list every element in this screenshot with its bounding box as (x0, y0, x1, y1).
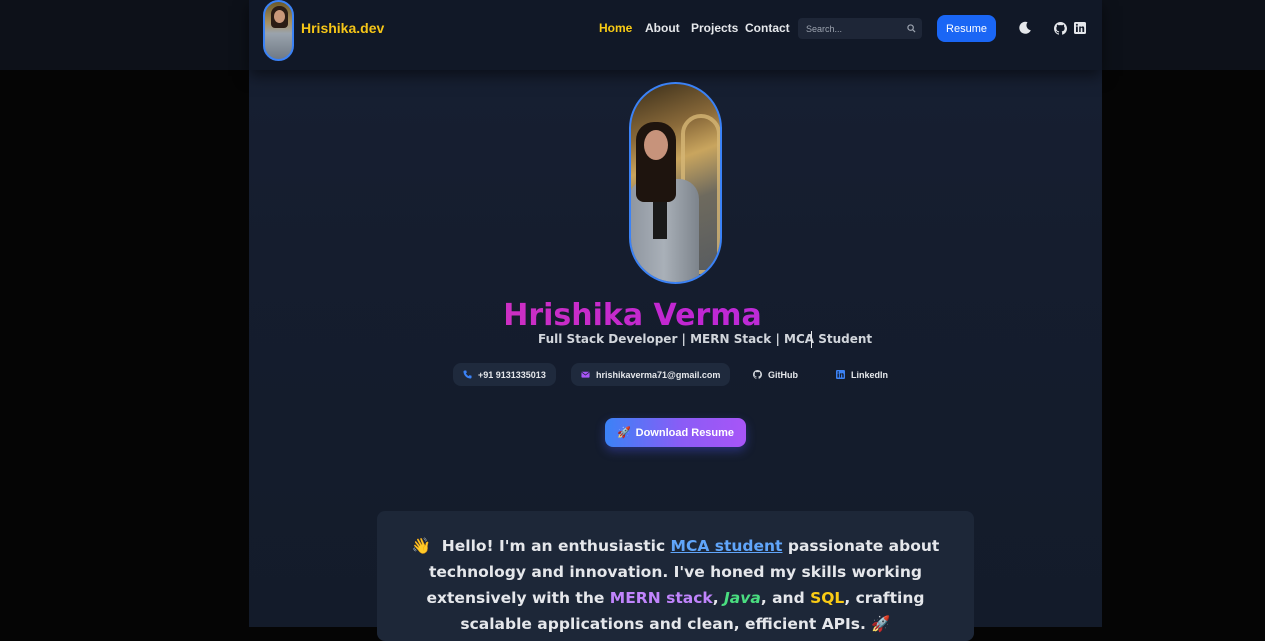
phone-chip[interactable]: +91 9131335013 (453, 363, 556, 386)
rocket-icon: 🚀 (871, 615, 891, 633)
moon-icon[interactable] (1018, 21, 1032, 35)
github-chip[interactable]: GitHub (743, 363, 808, 386)
phone-icon (463, 370, 472, 379)
navbar: Hrishika.dev Home About Projects Contact… (249, 0, 1102, 70)
java-highlight: Java (724, 589, 761, 607)
linkedin-icon[interactable] (1074, 22, 1086, 34)
github-label: GitHub (768, 369, 798, 380)
site-logo[interactable]: Hrishika.dev (301, 20, 384, 36)
nav-home[interactable]: Home (599, 21, 632, 35)
search-icon[interactable] (907, 24, 916, 33)
search-box (798, 18, 922, 39)
nav-about[interactable]: About (645, 21, 680, 35)
linkedin-icon (836, 370, 845, 379)
github-icon[interactable] (1054, 22, 1067, 35)
download-resume-button[interactable]: 🚀 Download Resume (605, 418, 746, 447)
resume-button[interactable]: Resume (937, 15, 996, 42)
about-greeting: Hello! I'm an enthusiastic (441, 537, 666, 555)
email-chip[interactable]: hrishikaverma71@gmail.com (571, 363, 731, 386)
mca-link[interactable]: MCA student (671, 537, 783, 555)
download-resume-label: Download Resume (635, 426, 735, 439)
phone-label: +91 9131335013 (478, 369, 546, 380)
about-text: 👋 Hello! I'm an enthusiastic MCA student… (377, 533, 974, 637)
linkedin-chip[interactable]: LinkedIn (826, 363, 898, 386)
rocket-icon: 🚀 (616, 427, 631, 439)
profile-photo (629, 82, 722, 284)
linkedin-label: LinkedIn (851, 369, 889, 380)
about-and: , and (760, 589, 805, 607)
nav-contact[interactable]: Contact (745, 21, 790, 35)
mail-icon (581, 371, 590, 378)
hero-name: Hrishika Verma (0, 298, 1265, 333)
typing-cursor (811, 331, 812, 348)
github-icon (753, 370, 762, 379)
email-label: hrishikaverma71@gmail.com (596, 369, 721, 380)
mern-highlight: MERN stack (609, 589, 713, 607)
nav-projects[interactable]: Projects (691, 21, 738, 35)
sql-highlight: SQL (810, 589, 845, 607)
hero-tagline: Full Stack Developer | MERN Stack | MCA … (538, 332, 873, 346)
about-comma: , (712, 589, 719, 607)
logo-avatar[interactable] (263, 0, 294, 61)
wave-icon: 👋 (411, 537, 431, 555)
search-input[interactable] (798, 18, 902, 39)
